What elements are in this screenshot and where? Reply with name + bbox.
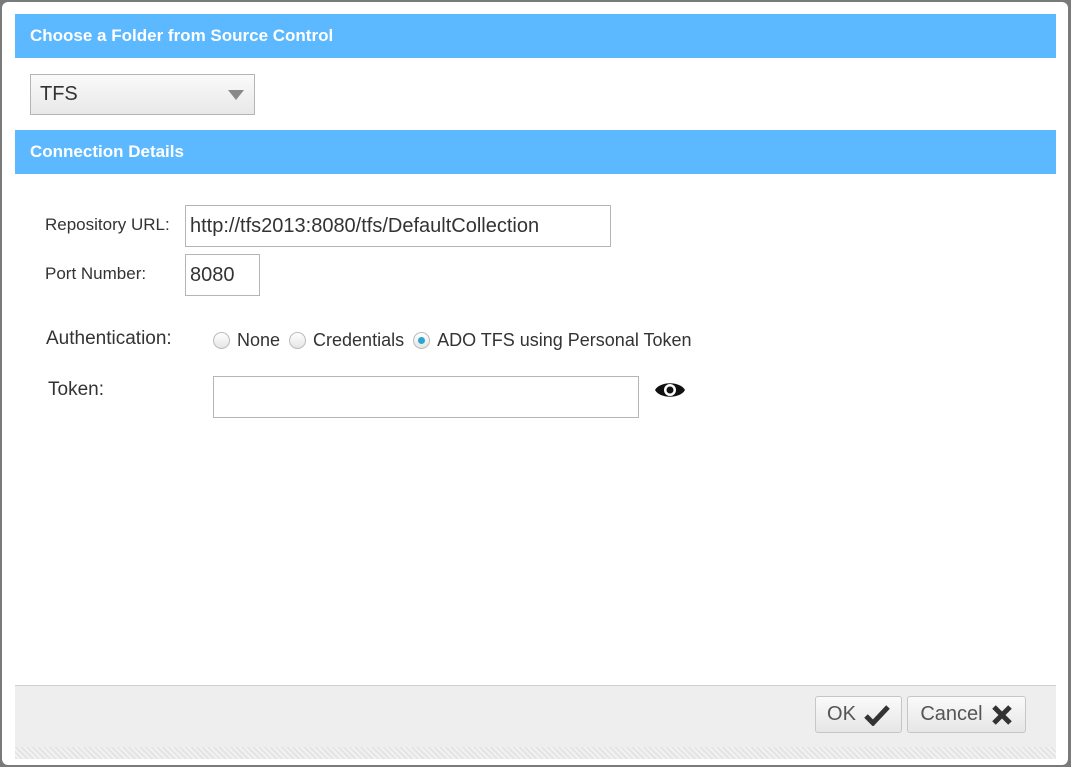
authentication-label: Authentication: bbox=[46, 328, 172, 349]
checkmark-icon bbox=[864, 704, 890, 726]
radio-button-icon[interactable] bbox=[213, 331, 230, 349]
section-header-connection: Connection Details bbox=[15, 130, 1056, 174]
auth-radio-none[interactable]: None bbox=[213, 330, 280, 351]
token-label: Token: bbox=[48, 379, 104, 400]
source-control-select-value: TFS bbox=[40, 83, 78, 105]
section-header-source: Choose a Folder from Source Control bbox=[15, 14, 1056, 58]
cancel-button-label: Cancel bbox=[920, 703, 983, 725]
auth-radio-credentials-label: Credentials bbox=[313, 329, 405, 350]
dialog: Choose a Folder from Source Control TFS … bbox=[2, 2, 1068, 765]
radio-button-checked-icon[interactable] bbox=[413, 331, 431, 349]
auth-radio-personal-token-label: ADO TFS using Personal Token bbox=[437, 329, 692, 350]
source-control-select[interactable]: TFS bbox=[30, 74, 255, 115]
repository-url-label: Repository URL: bbox=[45, 215, 170, 234]
cancel-button[interactable]: Cancel bbox=[907, 696, 1026, 733]
auth-radio-credentials[interactable]: Credentials bbox=[289, 330, 404, 351]
radio-button-icon[interactable] bbox=[289, 331, 307, 349]
ok-button[interactable]: OK bbox=[815, 696, 902, 733]
close-x-icon bbox=[991, 704, 1012, 725]
auth-radio-none-label: None bbox=[237, 329, 281, 350]
repository-url-input[interactable] bbox=[185, 205, 611, 247]
dialog-footer: OK Cancel bbox=[15, 685, 1056, 759]
authentication-radio-group: None Credentials ADO TFS using Personal … bbox=[213, 328, 701, 352]
caret-down-icon bbox=[228, 90, 244, 100]
port-number-label: Port Number: bbox=[45, 264, 147, 283]
eye-icon[interactable] bbox=[654, 379, 686, 401]
token-input[interactable] bbox=[213, 376, 639, 418]
auth-radio-personal-token[interactable]: ADO TFS using Personal Token bbox=[413, 329, 692, 351]
ok-button-label: OK bbox=[827, 703, 856, 725]
port-number-input[interactable] bbox=[185, 254, 260, 296]
footer-resize-strip bbox=[15, 747, 1056, 759]
